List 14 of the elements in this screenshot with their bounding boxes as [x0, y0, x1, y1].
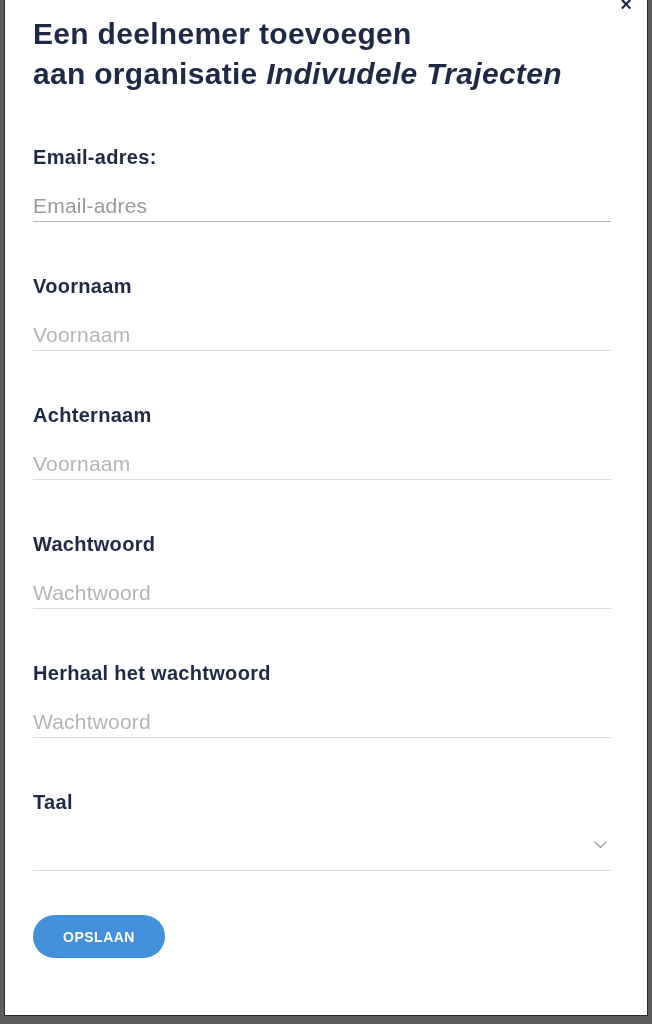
- input-field[interactable]: Wachtwoord: [33, 699, 611, 738]
- input-field[interactable]: Voornaam: [33, 312, 611, 351]
- chevron-down-icon: [594, 841, 607, 848]
- input-field[interactable]: Voornaam: [33, 441, 611, 480]
- input-field[interactable]: Email-adres: [33, 183, 611, 222]
- field-label: Taal: [33, 790, 74, 814]
- field-label: Email-adres:: [33, 145, 158, 169]
- field-label: Achternaam: [33, 403, 153, 427]
- close-button[interactable]: ×: [620, 0, 632, 14]
- field-label: Wachtwoord: [33, 532, 157, 556]
- field-label: Herhaal het wachtwoord: [33, 661, 272, 685]
- input-field[interactable]: Wachtwoord: [33, 570, 611, 609]
- field-label: Voornaam: [33, 274, 133, 298]
- dialog-title: Een deelnemer toevoegen aan organisatie Indivudele Trajecten: [33, 16, 563, 92]
